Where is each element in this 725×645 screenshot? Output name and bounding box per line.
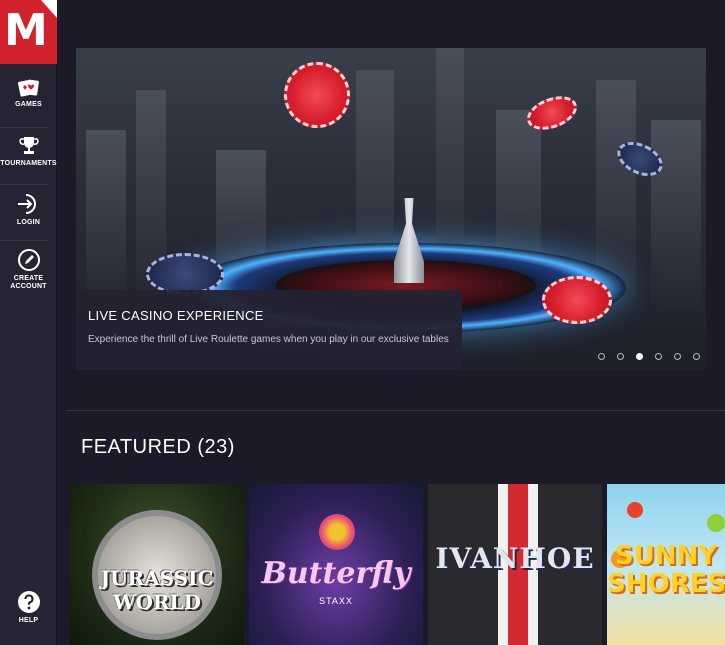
game-tile-butterfly-staxx[interactable]: Butterfly STAXX [249, 484, 423, 645]
sidebar: M GAMES TOURNAMENTS LOGIN CREATE ACCOUNT… [0, 0, 57, 645]
carousel-dot[interactable] [655, 353, 662, 360]
game-title: IVANHOE [435, 542, 595, 575]
sidebar-item-label: TOURNAMENTS [0, 160, 57, 167]
banner-caption: LIVE CASINO EXPERIENCE Experience the th… [76, 290, 462, 370]
sidebar-item-label: GAMES [15, 101, 42, 108]
trophy-icon [18, 137, 39, 154]
carousel-dots [598, 353, 700, 360]
sidebar-divider [0, 240, 48, 241]
pencil-icon [17, 249, 40, 271]
carousel-dot[interactable] [674, 353, 681, 360]
carousel-dot[interactable] [598, 353, 605, 360]
hero-banner[interactable]: LIVE CASINO EXPERIENCE Experience the th… [76, 48, 706, 370]
sidebar-item-label: LOGIN [16, 219, 41, 226]
brand-logo[interactable]: M [0, 0, 57, 64]
sidebar-item-label: CREATE ACCOUNT [10, 275, 47, 290]
game-subtitle: STAXX [319, 596, 353, 606]
sidebar-divider [0, 184, 48, 185]
playing-cards-icon [17, 79, 39, 97]
main-content: LIVE CASINO EXPERIENCE Experience the th… [58, 0, 725, 645]
casino-chip [284, 62, 350, 128]
game-title: SUNNY SHORES [607, 541, 725, 599]
fruit-graphic [707, 514, 725, 532]
logo-fold [41, 0, 57, 18]
question-icon [17, 591, 40, 613]
carousel-dot[interactable] [693, 353, 700, 360]
casino-chip [542, 276, 612, 324]
login-icon [17, 194, 36, 214]
city-building [651, 120, 701, 310]
sidebar-divider [0, 127, 48, 128]
carousel-dot[interactable] [617, 353, 624, 360]
fruit-graphic [627, 502, 643, 518]
sidebar-item-create-account[interactable]: CREATE ACCOUNT [0, 248, 57, 291]
banner-title: LIVE CASINO EXPERIENCE [88, 308, 264, 323]
section-divider [66, 410, 725, 411]
game-tile-jurassic-world[interactable]: JURASSIC WORLD [70, 484, 244, 645]
sidebar-item-tournaments[interactable]: TOURNAMENTS [0, 135, 57, 168]
game-tile-ivanhoe[interactable]: IVANHOE [428, 484, 602, 645]
featured-title: FEATURED (23) [81, 436, 235, 458]
sidebar-item-login[interactable]: LOGIN [0, 192, 57, 227]
sidebar-item-help[interactable]: HELP [0, 590, 57, 625]
sidebar-item-games[interactable]: GAMES [0, 78, 57, 109]
city-building [86, 130, 126, 310]
game-title: Butterfly [261, 556, 411, 591]
game-title: JURASSIC WORLD [100, 566, 214, 614]
casino-chip [146, 253, 224, 295]
roulette-spindle [394, 198, 424, 283]
flower-graphic [319, 514, 355, 550]
carousel-dot-active[interactable] [636, 353, 643, 360]
game-tile-sunny-shores[interactable]: SUNNY SHORES [607, 484, 725, 645]
banner-description: Experience the thrill of Live Roulette g… [88, 334, 449, 345]
sidebar-item-label: HELP [18, 617, 39, 624]
logo-letter: M [4, 5, 48, 56]
